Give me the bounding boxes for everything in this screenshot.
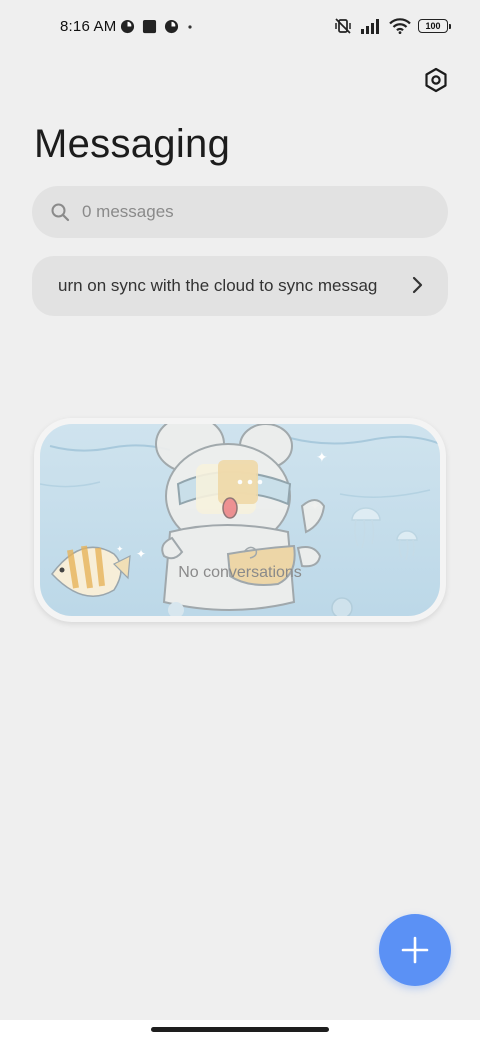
messaging-screen: 8:16 AM 100 Messaging 0 messages urn on … (0, 0, 480, 1040)
status-right-icons: 100 (333, 17, 451, 35)
sync-banner-text: urn on sync with the cloud to sync messa… (58, 276, 378, 295)
status-time: 8:16 AM (60, 18, 117, 35)
status-left-icons (120, 19, 194, 34)
sync-banner[interactable]: urn on sync with the cloud to sync messa… (32, 256, 448, 316)
signal-icon (361, 19, 379, 34)
app-notification-icon-2 (164, 19, 179, 34)
status-bar: 8:16 AM 100 (0, 0, 480, 56)
search-icon (51, 203, 70, 222)
vibrate-off-icon (335, 18, 351, 34)
svg-text:✦: ✦ (136, 547, 146, 561)
page-title: Messaging (34, 122, 231, 166)
home-gesture-handle[interactable] (151, 1027, 329, 1032)
search-bar[interactable] (32, 186, 448, 238)
empty-state-label: No conversations (178, 564, 302, 581)
dot-icon (188, 25, 192, 29)
underwater-bear-illustration: ✦ ✦ ✦ ✦ (40, 424, 440, 616)
settings-icon (425, 67, 447, 93)
square-notification-icon (142, 19, 157, 34)
new-message-fab[interactable] (379, 914, 451, 986)
wifi-icon (389, 18, 411, 34)
navigation-bar (0, 1020, 480, 1040)
sync-text-container: urn on sync with the cloud to sync messa… (58, 276, 398, 296)
empty-state-card: ✦ ✦ ✦ ✦ (34, 418, 446, 622)
chevron-right-icon (412, 276, 423, 294)
search-input[interactable] (82, 202, 382, 222)
battery-icon: 100 (418, 19, 451, 33)
svg-text:✦: ✦ (316, 450, 328, 466)
app-notification-icon (120, 19, 135, 34)
svg-text:✦: ✦ (116, 545, 124, 555)
settings-button[interactable] (422, 66, 450, 94)
battery-level: 100 (425, 21, 441, 31)
plus-icon (401, 936, 429, 964)
